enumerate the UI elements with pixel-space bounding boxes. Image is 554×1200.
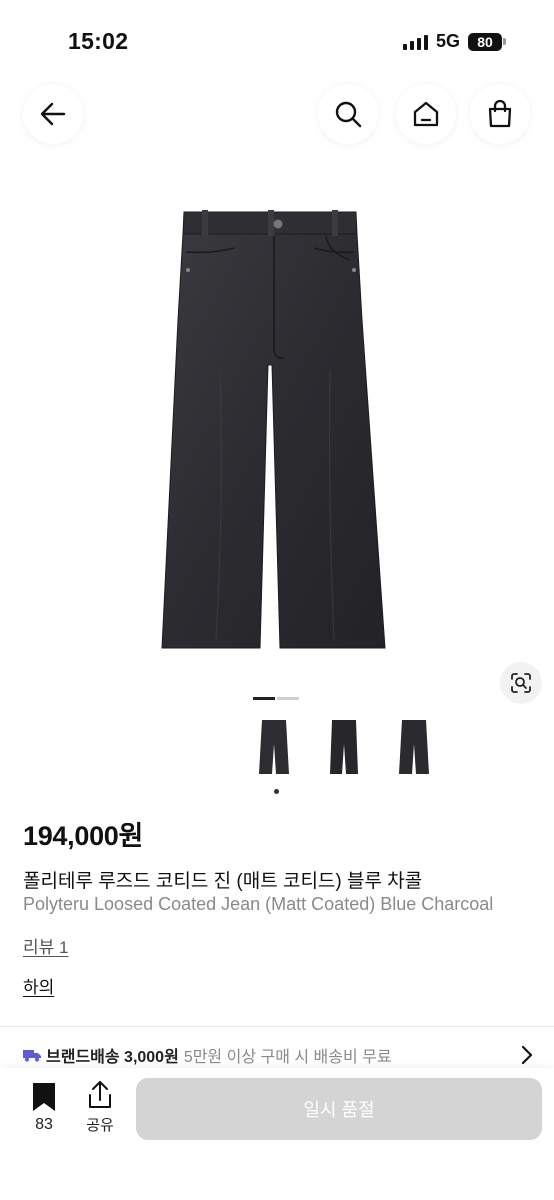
category-link[interactable]: 하의 bbox=[23, 973, 54, 998]
status-indicators: 5G 80 bbox=[402, 31, 506, 52]
bookmark-icon bbox=[33, 1083, 55, 1111]
sold-out-button[interactable]: 일시 품절 bbox=[136, 1078, 542, 1140]
product-price: 194,000원 bbox=[23, 821, 144, 851]
signal-icon bbox=[402, 34, 428, 50]
thumbnail-2[interactable] bbox=[324, 718, 364, 782]
thumbnail-list bbox=[254, 718, 434, 782]
battery-icon: 80 bbox=[468, 32, 506, 51]
shopping-bag-icon bbox=[488, 99, 512, 128]
product-name-ko: 폴리테루 루즈드 코티드 진 (매트 코티드) 블루 차콜 bbox=[23, 871, 423, 892]
pager-indicator-active bbox=[253, 697, 275, 700]
gallery-pager bbox=[253, 697, 299, 700]
search-button[interactable] bbox=[318, 84, 378, 144]
search-icon bbox=[335, 101, 362, 128]
home-icon bbox=[413, 101, 439, 127]
image-search-button[interactable] bbox=[500, 662, 542, 704]
status-time: 15:02 bbox=[68, 28, 129, 54]
cart-button[interactable] bbox=[470, 84, 530, 144]
review-link[interactable]: 리뷰 1 bbox=[23, 933, 68, 958]
bookmark-button[interactable]: 83 bbox=[24, 1082, 64, 1134]
share-label: 공유 bbox=[86, 1117, 114, 1134]
shipping-fee: 브랜드배송 3,000원 bbox=[46, 1049, 179, 1066]
shipping-free-condition: 5만원 이상 구매 시 배송비 무료 bbox=[183, 1049, 392, 1066]
lens-icon bbox=[511, 673, 531, 693]
back-button[interactable] bbox=[23, 84, 83, 144]
shipping-info-row[interactable]: 브랜드배송 3,000원 5만원 이상 구매 시 배송비 무료 bbox=[23, 1040, 538, 1070]
bottom-action-bar: 83 공유 일시 품절 bbox=[0, 1068, 554, 1200]
thumbnail-3[interactable] bbox=[394, 718, 434, 782]
status-bar: 15:02 5G 80 bbox=[0, 0, 554, 84]
chevron-right-icon bbox=[521, 1045, 533, 1065]
thumbnail-selected-dot bbox=[274, 789, 279, 794]
network-label: 5G bbox=[435, 31, 460, 51]
battery-level: 80 bbox=[468, 32, 502, 51]
thumbnail-1[interactable] bbox=[254, 718, 294, 782]
share-icon bbox=[89, 1081, 111, 1108]
bookmark-count: 83 bbox=[35, 1116, 53, 1133]
product-image[interactable] bbox=[150, 200, 400, 660]
truck-icon bbox=[23, 1050, 41, 1062]
arrow-left-icon bbox=[40, 102, 66, 126]
divider bbox=[0, 1026, 554, 1027]
home-button[interactable] bbox=[396, 84, 456, 144]
pager-indicator bbox=[277, 697, 299, 700]
product-name-en: Polyteru Loosed Coated Jean (Matt Coated… bbox=[23, 894, 494, 914]
share-button[interactable]: 공유 bbox=[80, 1080, 120, 1135]
